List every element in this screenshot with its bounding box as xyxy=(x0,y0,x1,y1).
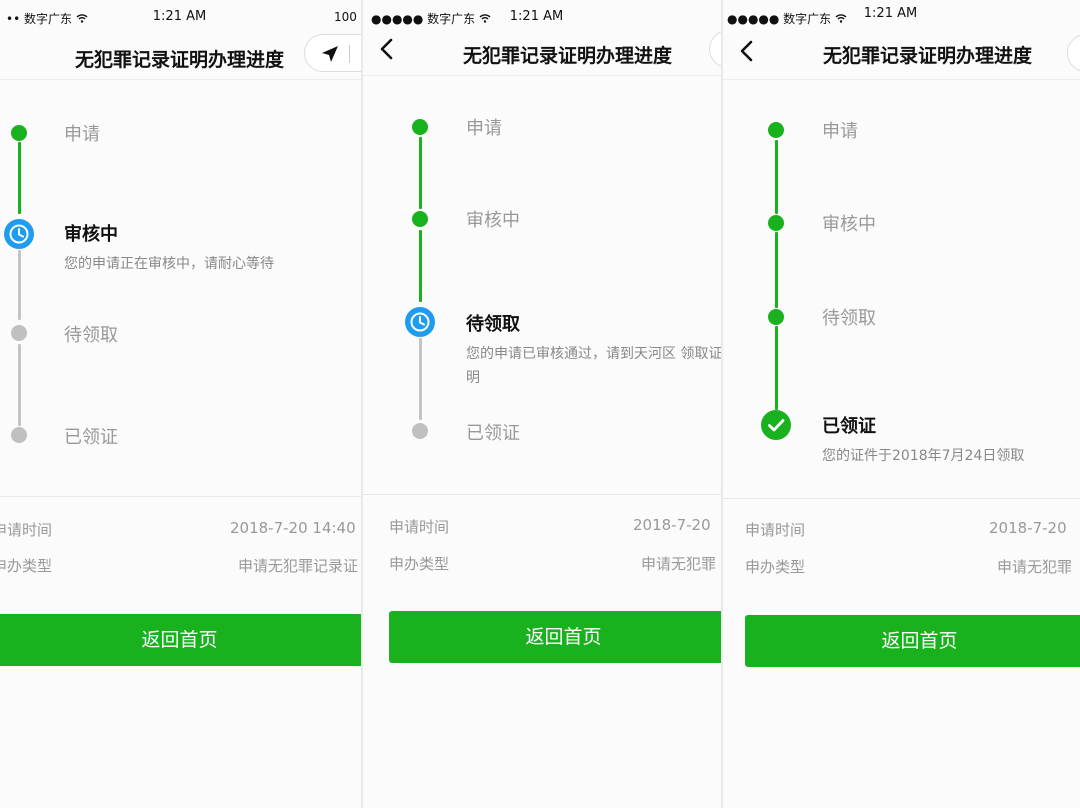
timeline-segment xyxy=(418,338,422,420)
info-key: 申请时间 xyxy=(745,521,806,539)
mini-program-capsule[interactable] xyxy=(1067,34,1080,72)
status-time: 1:21 AM xyxy=(152,9,207,24)
back-home-button[interactable]: 返回首页 xyxy=(389,611,721,663)
step-dot-done xyxy=(768,122,784,138)
step-description: 您的申请已审核通过，请到天河区 领取证明 xyxy=(466,346,721,386)
step-label: 申请 xyxy=(64,124,100,145)
step-label: 申请 xyxy=(822,121,858,142)
clock-icon xyxy=(405,307,435,337)
navigation-arrow-icon[interactable] xyxy=(321,45,339,63)
step-dot-done xyxy=(412,211,428,227)
navigation-bar: 无犯罪记录证明办理进度 xyxy=(723,32,1080,80)
info-value: 申请无犯罪记录证 xyxy=(238,557,359,575)
step-label: 申请 xyxy=(466,118,502,139)
step-dot-done xyxy=(768,215,784,231)
step-label: 审核中 xyxy=(822,214,876,235)
step-dot-pending xyxy=(412,423,428,439)
step-label-current: 已领证 xyxy=(822,416,876,437)
step-dot-done xyxy=(412,119,428,135)
timeline-segment xyxy=(17,142,21,214)
step-description: 您的证件于2018年7月24日领取 xyxy=(822,448,1025,464)
page-title: 无犯罪记录证明办理进度 xyxy=(463,45,673,67)
divider xyxy=(363,494,721,495)
timeline-segment xyxy=(17,344,21,426)
screen-2-awaiting-pickup: ●●●●● 数字广东 1:21 AM 无犯罪记录证明办理进度 申请 审核中 待领… xyxy=(363,0,721,808)
info-value: 2018-7-20 xyxy=(633,516,711,534)
step-dot-pending xyxy=(11,427,27,443)
timeline-segment xyxy=(774,232,778,308)
status-time: 1:21 AM xyxy=(863,6,918,21)
navigation-bar: 无犯罪记录证明办理进度 xyxy=(363,28,721,76)
info-key: 申请时间 xyxy=(0,521,53,539)
mini-program-capsule[interactable] xyxy=(304,34,361,72)
capsule-separator xyxy=(349,45,350,63)
step-dot-pending xyxy=(11,325,27,341)
status-bar: ●●●●● 数字广东 1:21 AM xyxy=(723,0,1080,32)
timeline-segment xyxy=(418,230,422,302)
info-key: 申办类型 xyxy=(745,558,806,576)
back-arrow-icon[interactable] xyxy=(733,36,761,66)
info-value: 2018-7-20 14:40 xyxy=(230,519,356,537)
timeline-segment xyxy=(774,326,778,410)
info-value: 2018-7-20 xyxy=(989,519,1067,537)
step-label: 待领取 xyxy=(64,325,118,346)
step-dot-done xyxy=(768,309,784,325)
screen-1-reviewing: •• 数字广东 1:21 AM 100 无犯罪记录证明办理进度 申请 审核中 您… xyxy=(0,0,361,808)
step-label: 已领证 xyxy=(64,427,118,448)
divider xyxy=(723,498,1080,499)
back-home-button[interactable]: 返回首页 xyxy=(745,615,1080,667)
step-label: 待领取 xyxy=(822,308,876,329)
back-home-button[interactable]: 返回首页 xyxy=(0,614,361,666)
info-key: 申请时间 xyxy=(389,518,450,536)
step-label-current: 审核中 xyxy=(64,224,118,245)
mini-program-capsule[interactable] xyxy=(709,30,721,68)
screen-3-collected: ●●●●● 数字广东 1:21 AM 无犯罪记录证明办理进度 申请 审核中 待领… xyxy=(723,0,1080,808)
info-key: 申办类型 xyxy=(0,557,53,575)
info-value: 申请无犯罪 xyxy=(997,558,1073,576)
timeline-segment xyxy=(774,140,778,214)
info-key: 申办类型 xyxy=(389,555,450,573)
navigation-bar: 无犯罪记录证明办理进度 xyxy=(0,32,361,80)
battery-level: 100 xyxy=(334,10,357,24)
step-description: 您的申请正在审核中，请耐心等待 xyxy=(64,256,274,272)
info-value: 申请无犯罪 xyxy=(641,555,717,573)
clock-icon xyxy=(4,219,34,249)
page-title: 无犯罪记录证明办理进度 xyxy=(823,45,1033,67)
status-time: 1:21 AM xyxy=(509,9,564,24)
step-dot-done xyxy=(11,125,27,141)
check-icon xyxy=(761,410,791,440)
step-label: 已领证 xyxy=(466,423,520,444)
step-label: 审核中 xyxy=(466,210,520,231)
step-label-current: 待领取 xyxy=(466,314,520,335)
timeline-segment xyxy=(17,250,21,320)
timeline-segment xyxy=(418,137,422,209)
back-arrow-icon[interactable] xyxy=(373,34,401,64)
status-bar: •• 数字广东 1:21 AM 100 xyxy=(0,0,361,32)
divider xyxy=(0,496,361,497)
